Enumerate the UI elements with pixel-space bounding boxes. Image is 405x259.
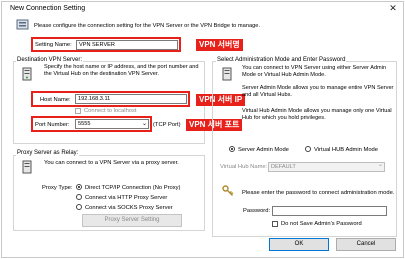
setting-name-annotation: VPN 서버명	[196, 39, 243, 51]
hub-name-combobox[interactable]: DEFAULT	[268, 162, 385, 172]
admin-mode-description: You can connect to VPN Server using eith…	[242, 65, 387, 78]
no-save-password-label: Do not Save Admin's Password	[281, 221, 362, 227]
localhost-checkbox[interactable]	[75, 108, 81, 114]
port-number-label: Port Number:	[35, 122, 70, 128]
new-connection-setting-window: New Connection Setting ✕ Please configur…	[1, 1, 404, 258]
server-admin-description: Server Admin Mode allows you to manage e…	[242, 85, 394, 98]
cancel-button[interactable]: Cancel	[336, 238, 396, 251]
proxy-socks-radio[interactable]	[76, 204, 82, 210]
setting-name-label: Setting Name:	[35, 42, 72, 48]
hub-name-chevron-icon[interactable]: ⌄	[378, 162, 383, 168]
proxy-http-radio[interactable]	[76, 194, 82, 200]
destination-description: Specify the host name or IP address, and…	[44, 64, 199, 77]
host-name-input[interactable]: 192.168.3.11	[75, 94, 187, 104]
key-icon	[222, 185, 234, 196]
window-title: New Connection Setting	[10, 5, 86, 12]
port-dropdown-chevron-icon[interactable]: ⌄	[142, 120, 147, 127]
close-button[interactable]: ✕	[387, 3, 399, 14]
title-bar: New Connection Setting ✕	[2, 2, 403, 16]
server-admin-mode-radio[interactable]	[229, 146, 235, 152]
proxy-server-icon	[22, 160, 32, 174]
host-name-label: Host Name:	[40, 97, 71, 103]
localhost-label: Connect to localhost	[84, 108, 137, 114]
server-config-icon	[16, 19, 29, 30]
proxy-direct-label: Direct TCP/IP Connection (No Proxy)	[85, 185, 181, 191]
setting-name-input[interactable]: VPN SERVER	[76, 40, 178, 50]
destination-group-label: Destination VPN Server:	[16, 57, 84, 63]
port-number-combobox[interactable]: 5555	[75, 119, 149, 129]
proxy-server-setting-button[interactable]: Proxy Server Setting	[82, 214, 182, 227]
hub-name-label: Virtual Hub Name:	[220, 164, 268, 170]
admin-mode-group-label: Select Administration Mode and Enter Pas…	[216, 57, 347, 63]
proxy-socks-label: Connect via SOCKS Proxy Server	[85, 205, 173, 211]
tcp-port-label: (TCP Port)	[153, 122, 181, 128]
server-admin-mode-label: Server Admin Mode	[238, 147, 289, 153]
server-icon	[22, 67, 32, 81]
no-save-password-checkbox[interactable]	[272, 221, 278, 227]
hub-admin-description: Virtual Hub Admin Mode allows you manage…	[242, 108, 392, 121]
proxy-type-label: Proxy Type:	[42, 185, 73, 191]
password-description: Please enter the password to connect adm…	[242, 190, 395, 196]
ok-button[interactable]: OK	[269, 238, 329, 251]
proxy-direct-radio[interactable]	[76, 184, 82, 190]
proxy-group-label: Proxy Server as Relay:	[16, 150, 80, 156]
proxy-http-label: Connect via HTTP Proxy Server	[85, 195, 168, 201]
password-input[interactable]	[272, 206, 387, 216]
intro-text: Please configure the connection setting …	[34, 23, 261, 29]
password-label: Password:	[243, 208, 271, 214]
hub-admin-mode-label: Virtual HUB Admin Mode	[314, 147, 379, 153]
proxy-description: You can connect to a VPN Server via a pr…	[44, 160, 179, 166]
hub-admin-mode-radio[interactable]	[305, 146, 311, 152]
admin-server-icon	[222, 67, 232, 81]
